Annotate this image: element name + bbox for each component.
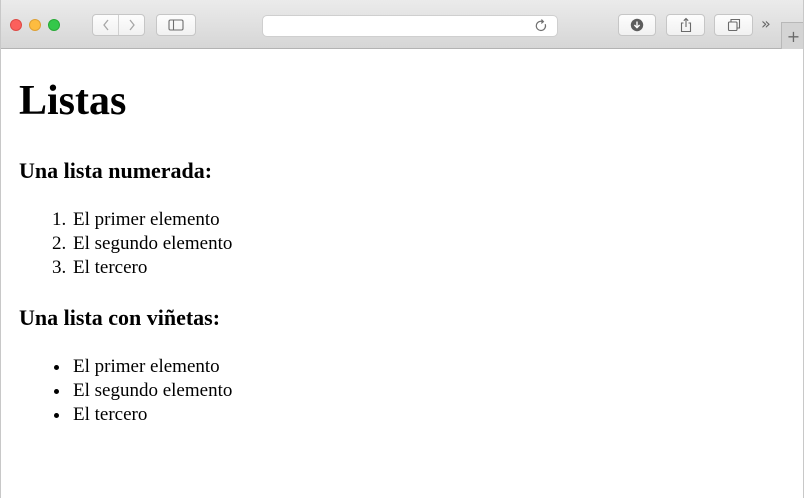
- chevron-left-icon: [102, 19, 109, 31]
- download-icon: [630, 18, 644, 32]
- close-window-button[interactable]: [10, 19, 22, 31]
- tab-overview-button[interactable]: [714, 14, 753, 36]
- share-icon: [680, 17, 691, 33]
- chevron-double-right-icon[interactable]: ››: [761, 14, 771, 33]
- reload-icon[interactable]: [533, 18, 549, 34]
- address-bar[interactable]: [262, 15, 558, 37]
- browser-window: ›› + Listas Una lista numerada: El prime…: [0, 0, 804, 498]
- numbered-list-heading: Una lista numerada:: [19, 158, 213, 183]
- sidebar-icon: [168, 19, 184, 31]
- forward-button[interactable]: [118, 15, 144, 35]
- numbered-list: El primer elemento El segundo elemento E…: [19, 208, 803, 280]
- page-title: Listas: [19, 78, 127, 124]
- new-tab-button[interactable]: +: [781, 22, 803, 49]
- list-item: El tercero: [71, 403, 803, 427]
- bulleted-list: El primer elemento El segundo elemento E…: [19, 355, 803, 427]
- plus-icon: +: [786, 26, 801, 46]
- chevron-right-icon: [128, 19, 135, 31]
- share-button[interactable]: [666, 14, 705, 36]
- list-item: El primer elemento: [71, 208, 803, 232]
- list-item: El segundo elemento: [71, 379, 803, 403]
- back-button[interactable]: [93, 15, 118, 35]
- tabs-overview-icon: [727, 18, 740, 32]
- bulleted-list-heading: Una lista con viñetas:: [19, 305, 221, 330]
- page-content: Listas Una lista numerada: El primer ele…: [1, 49, 803, 498]
- sidebar-button[interactable]: [156, 14, 196, 36]
- navigation-buttons: [92, 14, 145, 36]
- downloads-button[interactable]: [618, 14, 656, 36]
- list-item: El tercero: [71, 256, 803, 280]
- minimize-window-button[interactable]: [29, 19, 41, 31]
- list-item: El primer elemento: [71, 355, 803, 379]
- zoom-window-button[interactable]: [48, 19, 60, 31]
- browser-toolbar: ›› +: [1, 0, 803, 49]
- list-item: El segundo elemento: [71, 232, 803, 256]
